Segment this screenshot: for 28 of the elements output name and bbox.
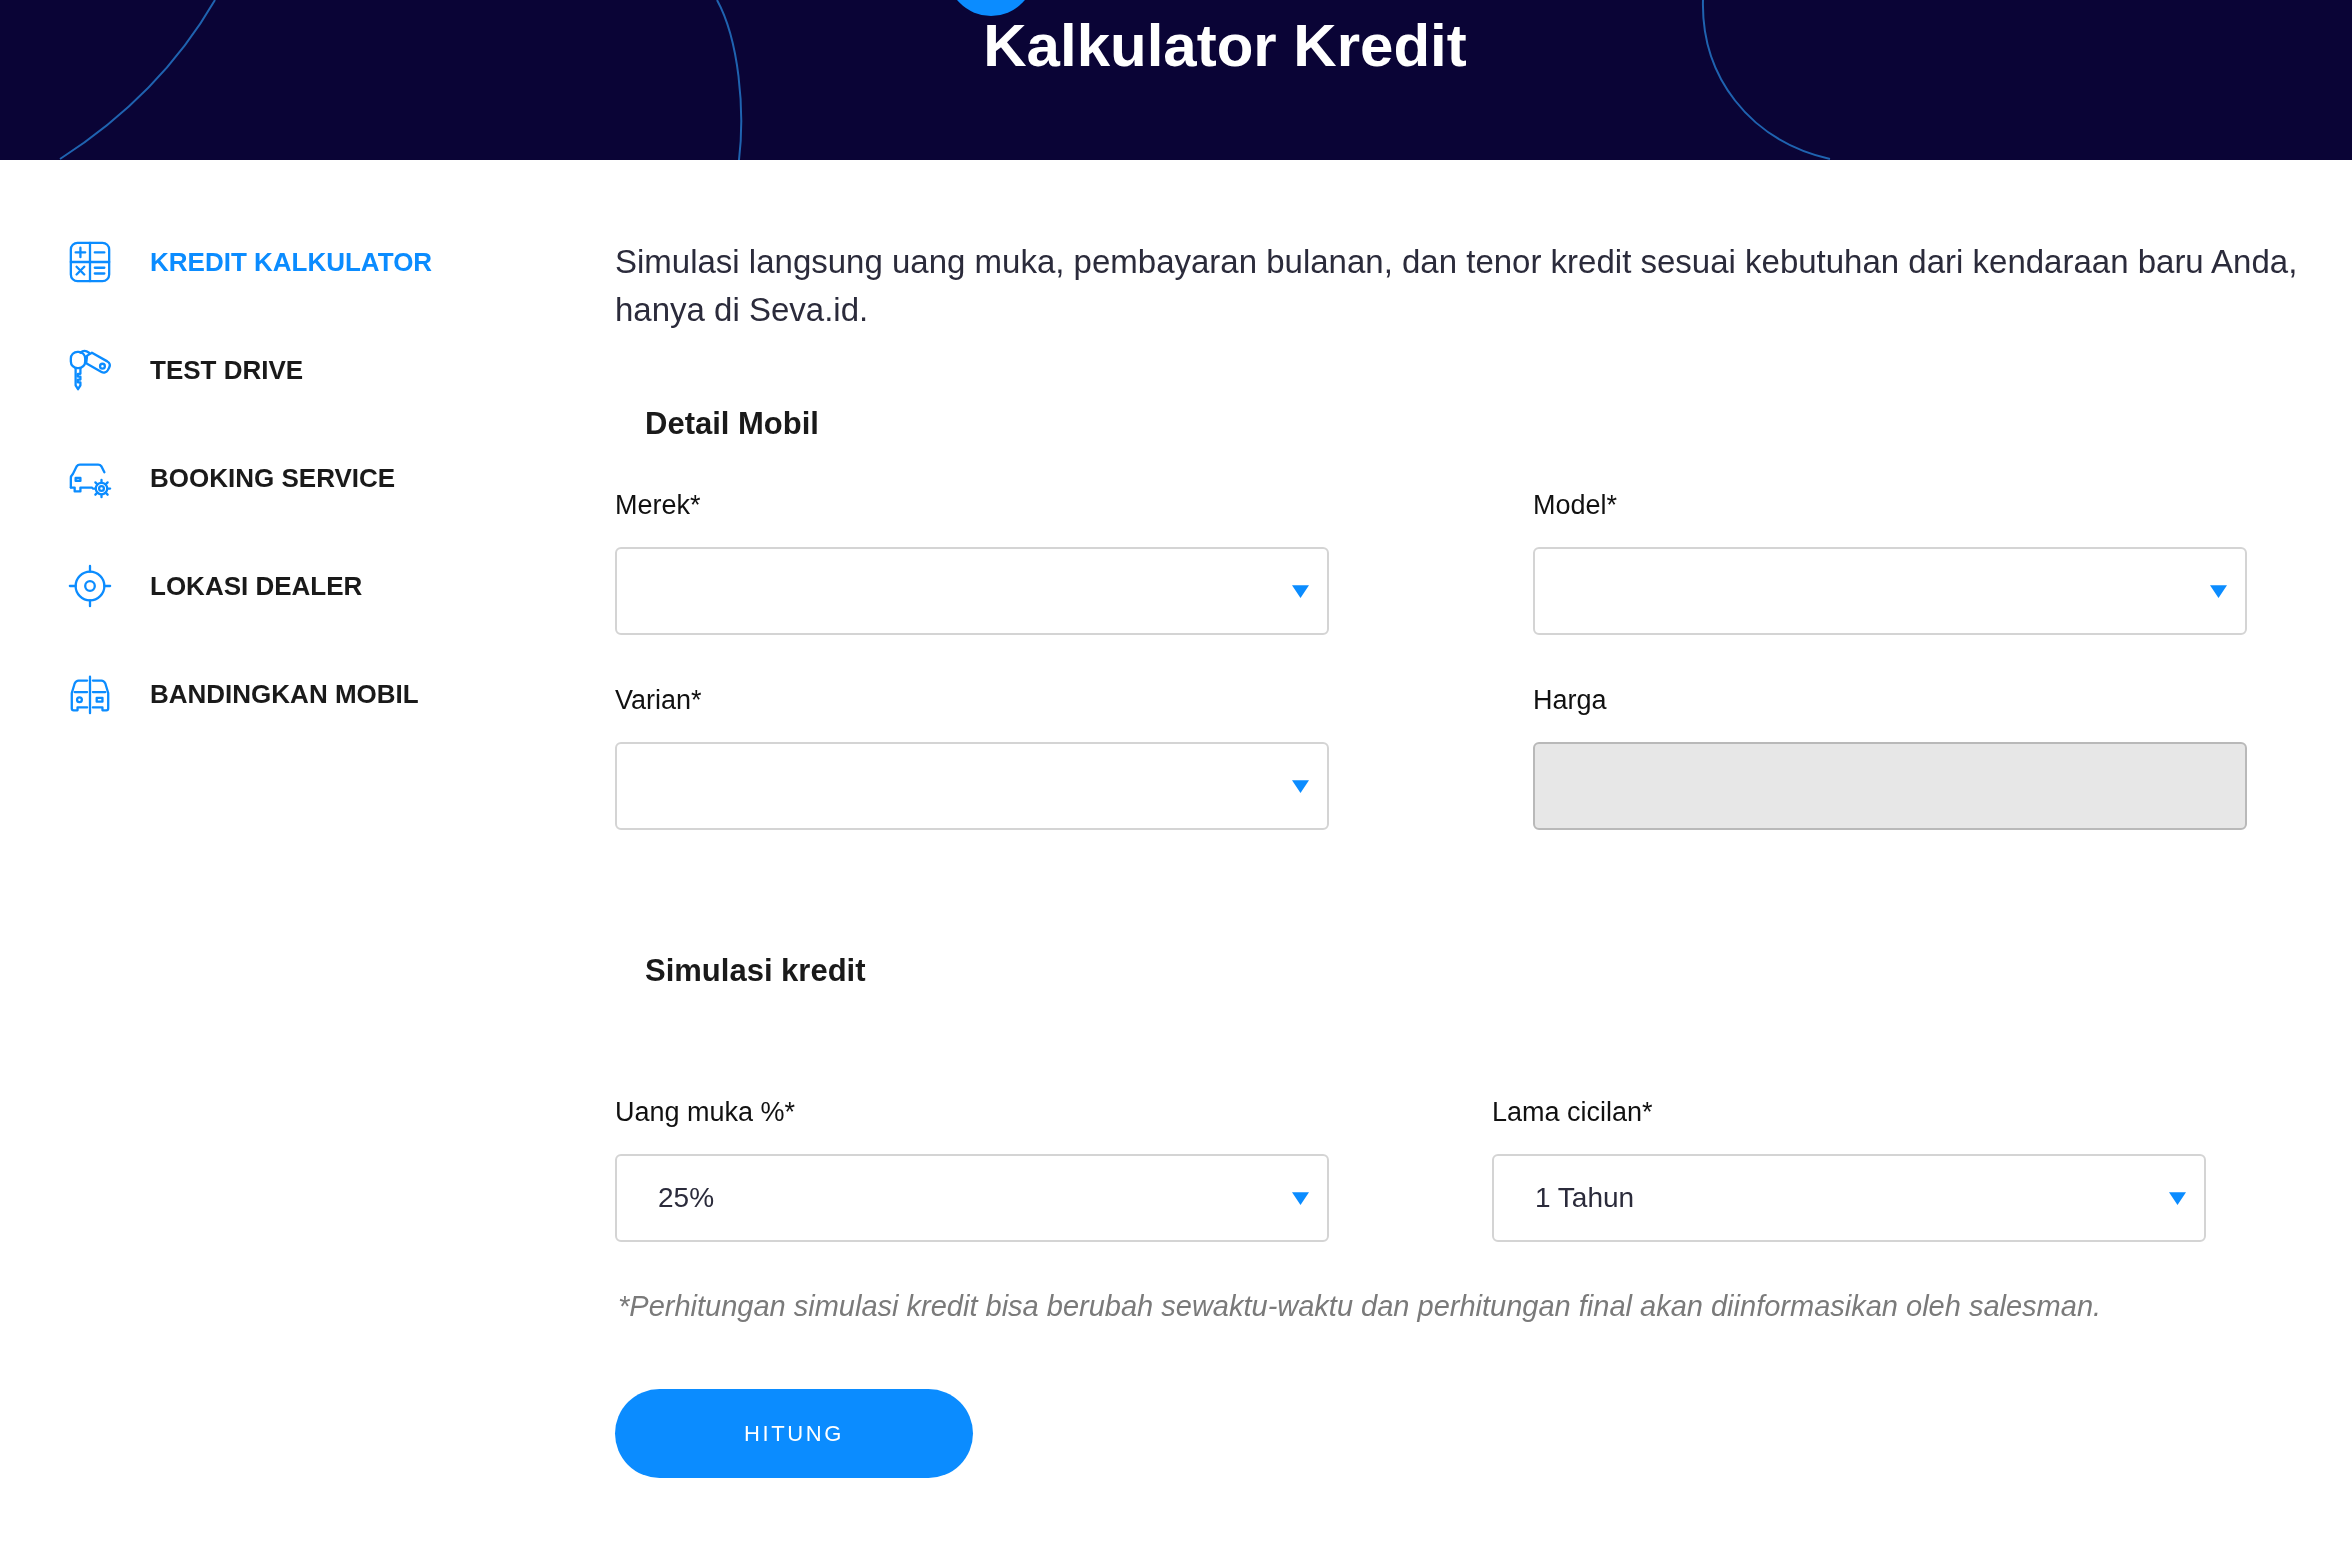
select-field[interactable] <box>1533 547 2247 635</box>
field-label: Merek* <box>615 489 701 522</box>
sidebar-item[interactable]: BOOKING SERVICE <box>67 454 396 502</box>
intro-text: Simulasi langsung uang muka, pembayaran bulanan, dan tenor kredit sesuai kebutuhan dari kendaraan baru Anda, hanya di Seva.id. <box>615 242 2299 330</box>
select-field[interactable]: 1 Tahun <box>1492 1154 2206 1242</box>
page-title: Kalkulator Kredit <box>983 17 1467 75</box>
caret-icon <box>1292 779 1309 793</box>
section-title: Simulasi kredit <box>644 952 866 990</box>
caret-icon <box>2169 1191 2186 1205</box>
field-label: Harga <box>1533 684 1607 717</box>
field-label: Varian* <box>615 684 702 717</box>
field-label: Uang muka %* <box>615 1096 796 1129</box>
calculator-icon <box>67 239 113 285</box>
field-label: Lama cicilan* <box>1492 1096 1653 1129</box>
field-label: Model* <box>1533 489 1618 522</box>
select-field[interactable] <box>615 742 1329 830</box>
caret-icon <box>2210 584 2227 598</box>
disclaimer-text: *Perhitungan simulasi kredit bisa berubah sewaktu-waktu dan perhitungan final akan diinformasikan oleh salesman. <box>618 1289 2102 1324</box>
target-icon <box>67 563 113 609</box>
caret-icon <box>1292 1191 1309 1205</box>
caret-icon <box>1292 584 1309 598</box>
select-field[interactable] <box>615 547 1329 635</box>
sidebar-item[interactable]: LOKASI DEALER <box>67 562 363 610</box>
section-title: Detail Mobil <box>644 405 819 443</box>
sidebar-item[interactable]: BANDINGKAN MOBIL <box>67 670 419 718</box>
key-icon <box>67 347 113 393</box>
select-field[interactable]: 25% <box>615 1154 1329 1242</box>
sidebar-item[interactable]: TEST DRIVE <box>67 346 304 394</box>
